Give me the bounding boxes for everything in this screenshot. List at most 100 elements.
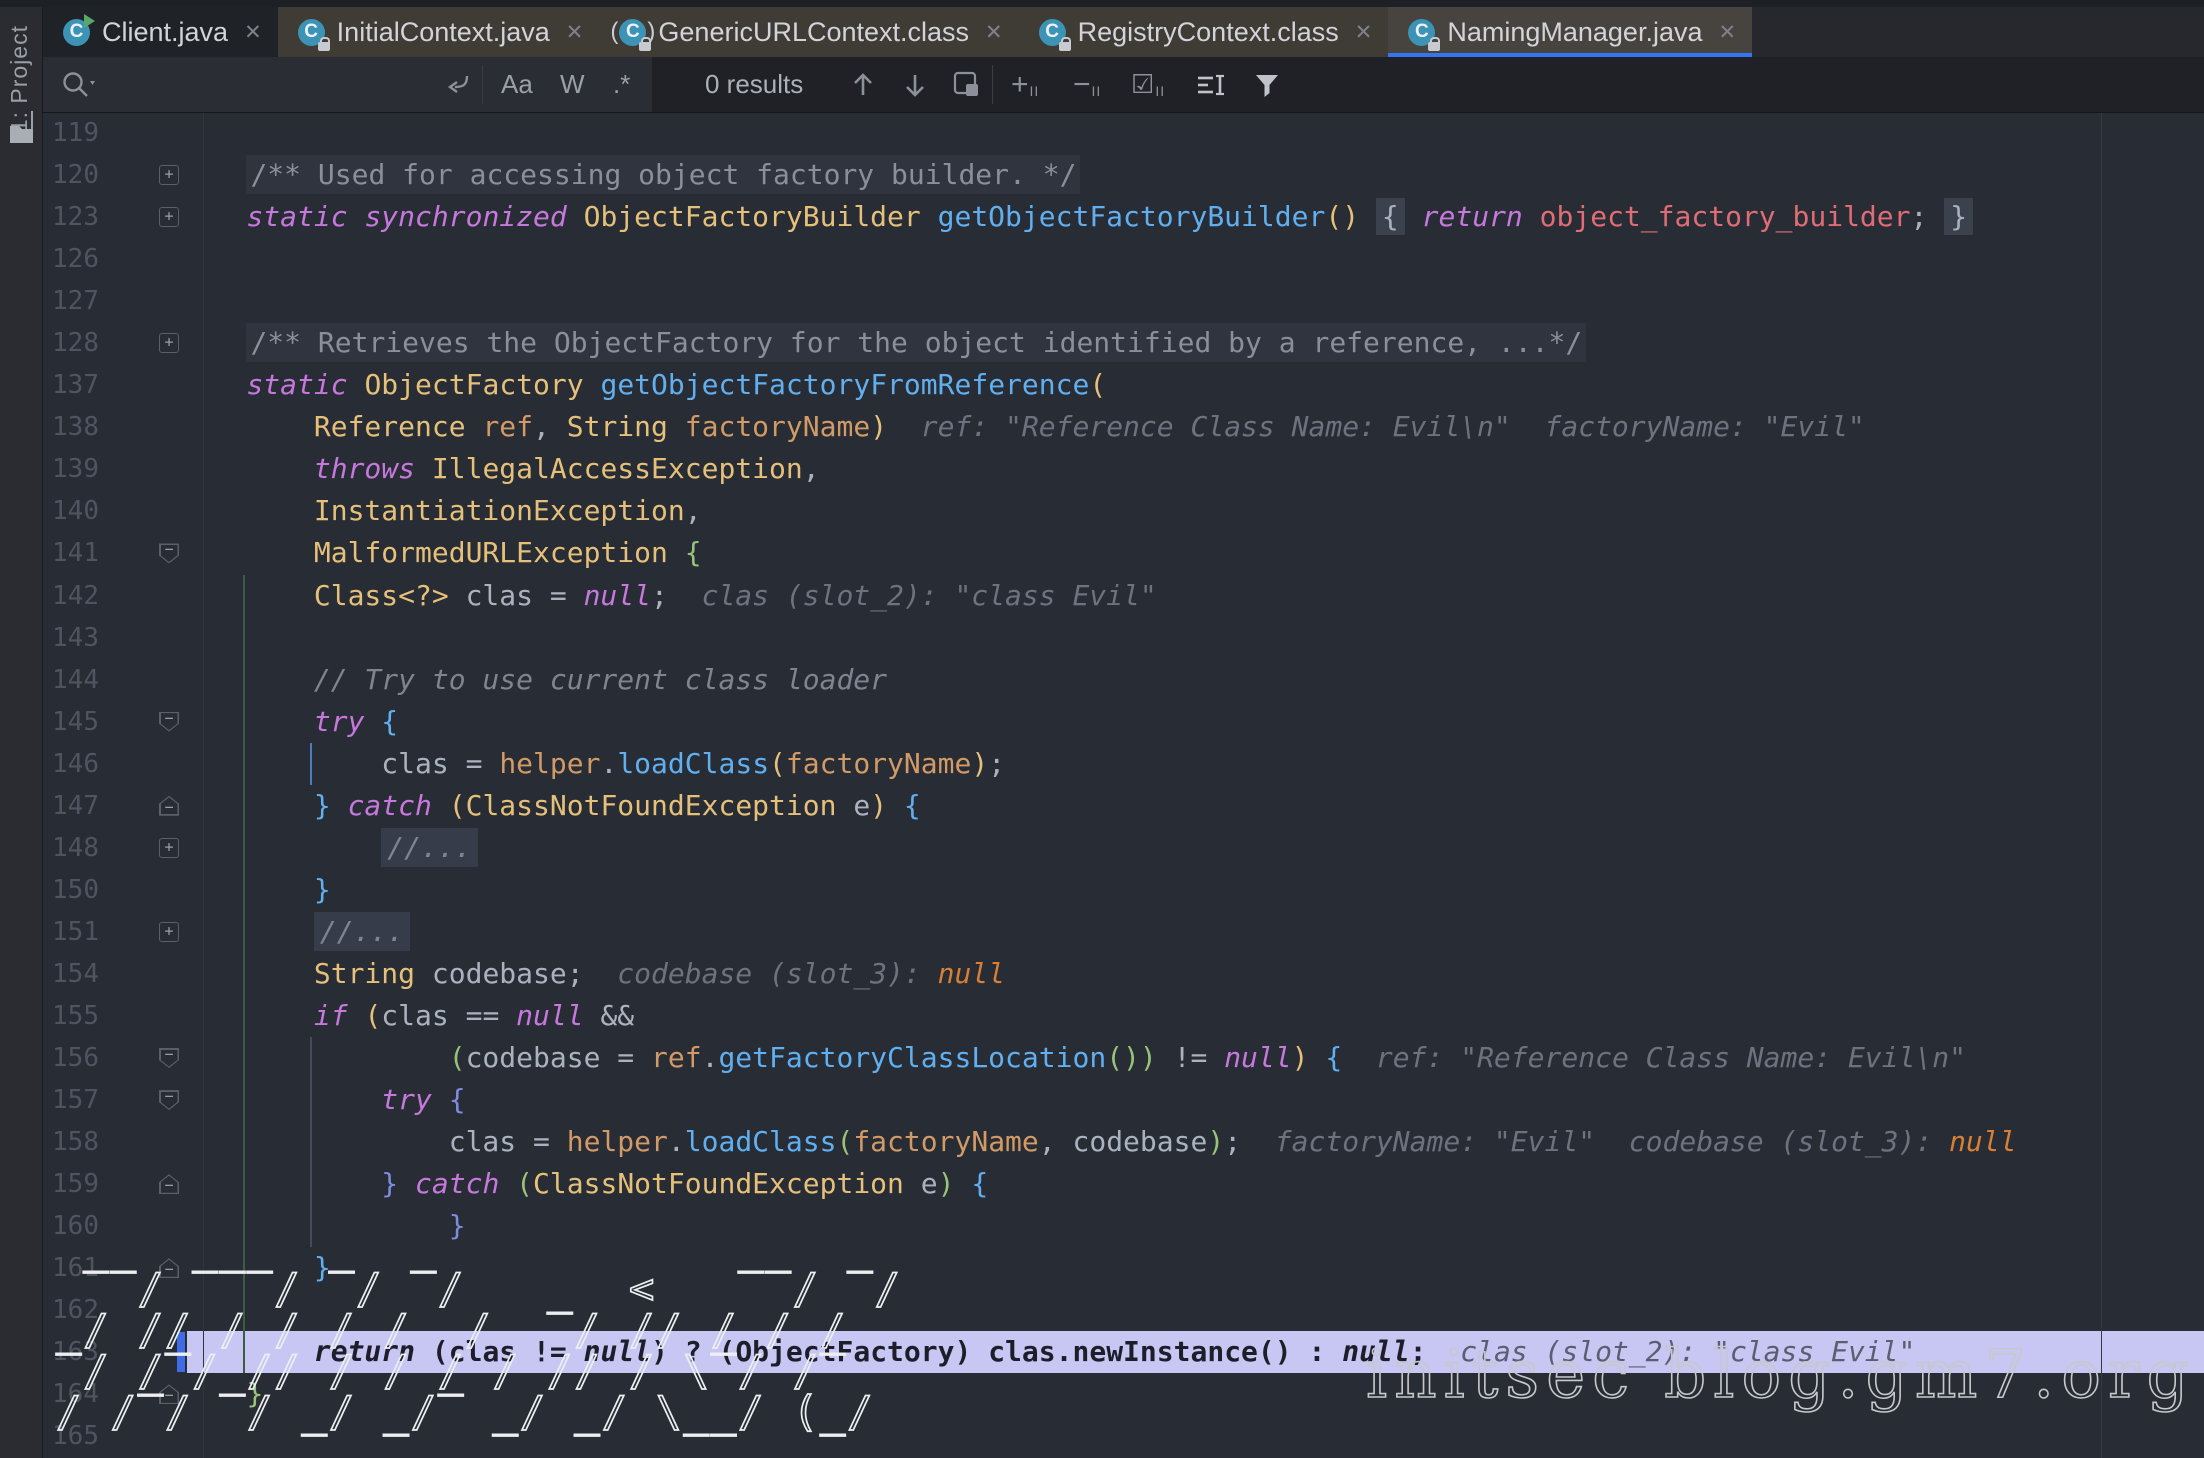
fold-collapse-top-icon[interactable]: − — [159, 1090, 179, 1110]
gutter-cell[interactable] — [99, 743, 179, 785]
code-line-148[interactable]: 148+ //... — [43, 827, 2204, 869]
gutter-cell[interactable]: − — [99, 1373, 179, 1415]
code-line-143[interactable]: 143 — [43, 617, 2204, 659]
fold-collapse-bottom-icon[interactable]: − — [159, 796, 179, 816]
code-line-123[interactable]: 123+ static synchronized ObjectFactoryBu… — [43, 196, 2204, 238]
code-line-150[interactable]: 150 } — [43, 869, 2204, 911]
add-occurrence-icon[interactable]: +II — [1011, 57, 1039, 112]
editor-tab-client-java[interactable]: CClient.java✕ — [43, 7, 278, 57]
code-line-151[interactable]: 151+ //... — [43, 911, 2204, 953]
newline-icon[interactable] — [441, 57, 475, 112]
code-line-159[interactable]: 159− } catch (ClassNotFoundException e) … — [43, 1163, 2204, 1205]
tab-close-icon[interactable]: ✕ — [566, 20, 584, 45]
fold-collapse-top-icon[interactable]: − — [159, 543, 179, 563]
fold-collapse-bottom-icon[interactable]: − — [159, 1174, 179, 1194]
gutter-cell[interactable] — [99, 617, 179, 659]
code-line-137[interactable]: 137 static ObjectFactory getObjectFactor… — [43, 364, 2204, 406]
gutter-cell[interactable] — [99, 280, 179, 322]
gutter-cell[interactable] — [99, 953, 179, 995]
fold-expand-icon[interactable]: + — [159, 838, 179, 858]
check-occurrence-icon[interactable]: ☑II — [1131, 57, 1165, 112]
fold-expand-icon[interactable]: + — [159, 333, 179, 353]
gutter-cell[interactable] — [99, 869, 179, 911]
tab-close-icon[interactable]: ✕ — [1719, 20, 1737, 45]
editor-tab-registrycontext-class[interactable]: CRegistryContext.class✕ — [1019, 7, 1389, 57]
code-line-157[interactable]: 157− try { — [43, 1079, 2204, 1121]
gutter-cell[interactable] — [99, 575, 179, 617]
code-line-147[interactable]: 147− } catch (ClassNotFoundException e) … — [43, 785, 2204, 827]
code-line-126[interactable]: 126 — [43, 238, 2204, 280]
gutter-cell[interactable] — [99, 659, 179, 701]
code-line-141[interactable]: 141− MalformedURLException { — [43, 532, 2204, 574]
fold-collapse-bottom-icon[interactable]: − — [159, 1258, 179, 1278]
gutter-cell[interactable]: + — [99, 911, 179, 953]
fold-collapse-bottom-icon[interactable]: − — [159, 1384, 179, 1404]
gutter-cell[interactable] — [99, 364, 179, 406]
fold-expand-icon[interactable]: + — [159, 165, 179, 185]
code-line-155[interactable]: 155 if (clas == null && — [43, 995, 2204, 1037]
gutter-cell[interactable]: + — [99, 196, 179, 238]
code-line-158[interactable]: 158 clas = helper.loadClass(factoryName,… — [43, 1121, 2204, 1163]
next-occurrence-button[interactable] — [900, 57, 930, 112]
code-line-140[interactable]: 140 InstantiationException, — [43, 490, 2204, 532]
gutter-cell[interactable] — [99, 238, 179, 280]
editor-tab-namingmanager-java[interactable]: CNamingManager.java✕ — [1388, 7, 1752, 57]
code-line-138[interactable]: 138 Reference ref, String factoryName) r… — [43, 406, 2204, 448]
code-editor[interactable]: 119120+ /** Used for accessing object fa… — [43, 112, 2204, 1458]
gutter-cell[interactable] — [99, 1415, 179, 1457]
gutter-cell[interactable]: + — [99, 154, 179, 196]
previous-occurrence-button[interactable] — [848, 57, 878, 112]
tab-close-icon[interactable]: ✕ — [1355, 20, 1373, 45]
gutter-cell[interactable]: − — [99, 701, 179, 743]
regex-toggle[interactable]: .* — [613, 57, 630, 112]
code-line-145[interactable]: 145− try { — [43, 701, 2204, 743]
gutter-cell[interactable] — [99, 1289, 179, 1331]
fold-expand-icon[interactable]: + — [159, 207, 179, 227]
code-line-120[interactable]: 120+ /** Used for accessing object facto… — [43, 154, 2204, 196]
gutter-cell[interactable] — [99, 112, 179, 154]
gutter-cell[interactable]: − — [99, 785, 179, 827]
gutter-cell[interactable]: − — [99, 1247, 179, 1289]
remove-occurrence-icon[interactable]: −II — [1073, 57, 1101, 112]
gutter-cell[interactable] — [99, 995, 179, 1037]
filter-lines-icon[interactable] — [1193, 57, 1229, 112]
tab-close-icon[interactable]: ✕ — [244, 20, 262, 45]
gutter-cell[interactable] — [99, 490, 179, 532]
code-line-161[interactable]: 161− } — [43, 1247, 2204, 1289]
fold-collapse-top-icon[interactable]: − — [159, 712, 179, 732]
code-line-142[interactable]: 142 Class<?> clas = null; clas (slot_2):… — [43, 575, 2204, 617]
code-line-162[interactable]: 162 — [43, 1289, 2204, 1331]
gutter-cell[interactable]: − — [99, 1163, 179, 1205]
code-line-163[interactable]: 163 return (clas != null) ? (ObjectFacto… — [43, 1331, 2204, 1373]
code-line-119[interactable]: 119 — [43, 112, 2204, 154]
gutter-cell[interactable] — [99, 1331, 179, 1373]
gutter-cell[interactable] — [99, 448, 179, 490]
code-line-127[interactable]: 127 — [43, 280, 2204, 322]
folder-icon[interactable] — [9, 123, 34, 144]
filter-funnel-icon[interactable] — [1251, 57, 1283, 112]
code-line-165[interactable]: 165 — [43, 1415, 2204, 1457]
select-all-occurrences-button[interactable] — [950, 57, 984, 112]
gutter-cell[interactable] — [99, 1205, 179, 1247]
editor-tab-initialcontext-java[interactable]: CInitialContext.java✕ — [278, 7, 600, 57]
tab-close-icon[interactable]: ✕ — [985, 20, 1003, 45]
code-line-139[interactable]: 139 throws IllegalAccessException, — [43, 448, 2204, 490]
code-line-146[interactable]: 146 clas = helper.loadClass(factoryName)… — [43, 743, 2204, 785]
code-line-156[interactable]: 156− (codebase = ref.getFactoryClassLoca… — [43, 1037, 2204, 1079]
fold-expand-icon[interactable]: + — [159, 922, 179, 942]
gutter-cell[interactable]: − — [99, 532, 179, 574]
gutter-cell[interactable]: + — [99, 827, 179, 869]
gutter-cell[interactable]: − — [99, 1079, 179, 1121]
match-case-toggle[interactable]: Aa — [501, 57, 533, 112]
project-tool-button[interactable]: 1: Project — [6, 25, 33, 132]
code-line-154[interactable]: 154 String codebase; codebase (slot_3): … — [43, 953, 2204, 995]
gutter-cell[interactable] — [99, 1121, 179, 1163]
fold-collapse-top-icon[interactable]: − — [159, 1048, 179, 1068]
whole-words-toggle[interactable]: W — [560, 57, 585, 112]
code-line-144[interactable]: 144 // Try to use current class loader — [43, 659, 2204, 701]
search-icon[interactable] — [59, 57, 99, 112]
gutter-cell[interactable]: + — [99, 322, 179, 364]
code-line-164[interactable]: 164− } — [43, 1373, 2204, 1415]
code-line-128[interactable]: 128+ /** Retrieves the ObjectFactory for… — [43, 322, 2204, 364]
gutter-cell[interactable]: − — [99, 1037, 179, 1079]
